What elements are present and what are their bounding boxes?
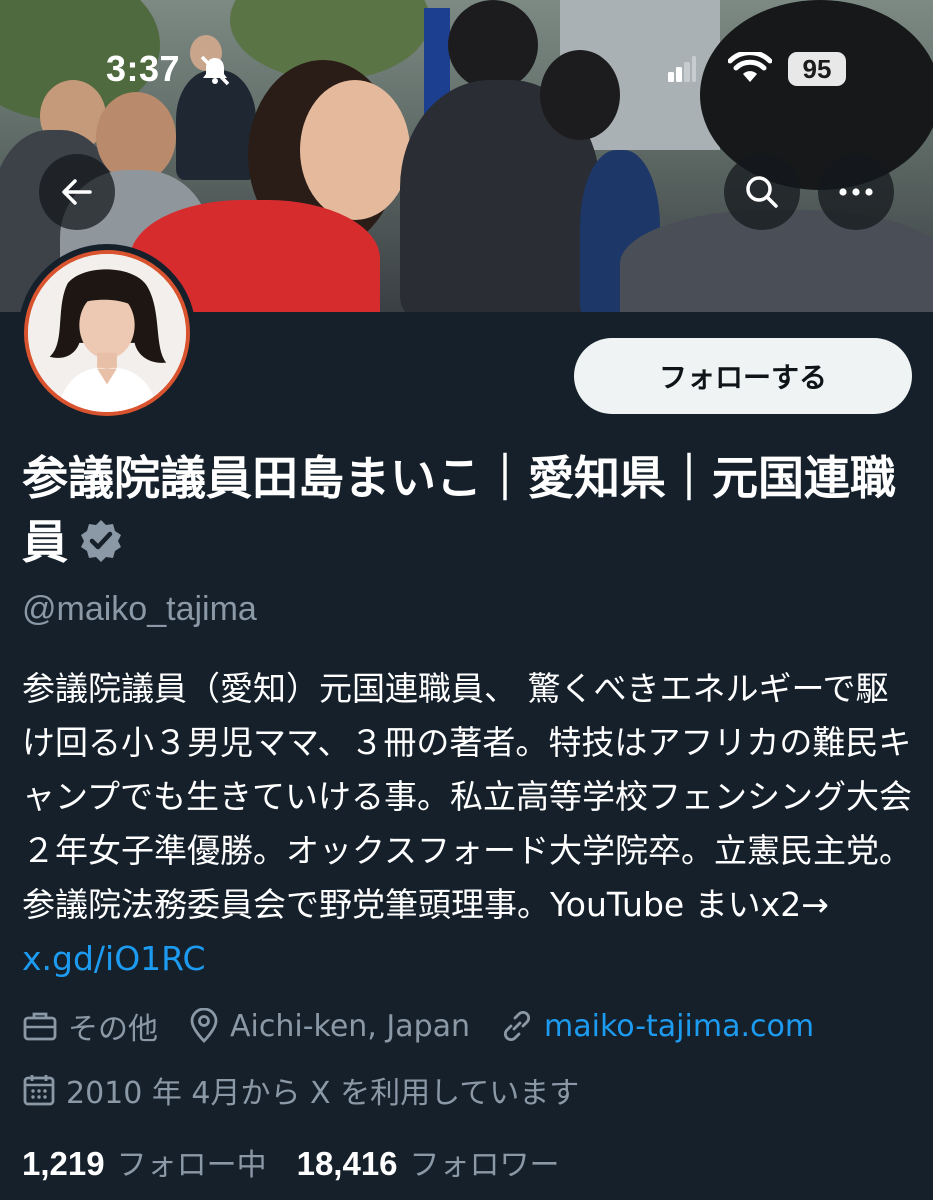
location-pin-icon (190, 1008, 218, 1043)
profile-handle: @maiko_tajima (22, 590, 257, 628)
back-button[interactable] (39, 154, 115, 230)
profile-meta-row: その他 Aichi-ken, Japan maiko-tajima.com (22, 1004, 844, 1048)
more-options-button[interactable] (818, 154, 894, 230)
banner-person (448, 0, 538, 90)
arrow-left-icon (62, 179, 92, 205)
battery-indicator: 95 (788, 52, 846, 86)
profile-join-row: 2010 年 4月から X を利用しています (22, 1068, 609, 1112)
meta-location-label: Aichi-ken, Japan (230, 1008, 471, 1044)
profile-bio: 参議院議員（愛知）元国連職員、 驚くべきエネルギーで駆け回る小３男児ママ、３冊の… (22, 662, 912, 986)
followers-count[interactable]: 18,416 (297, 1145, 398, 1183)
wifi-icon (728, 52, 772, 82)
meta-category-label: その他 (68, 1012, 158, 1047)
link-icon (504, 1010, 531, 1042)
more-horizontal-icon (839, 188, 873, 196)
bio-text: 参議院議員（愛知）元国連職員、 驚くべきエネルギーで駆け回る小３男児ママ、３冊の… (22, 669, 913, 924)
banner-person (176, 70, 256, 180)
search-button[interactable] (724, 154, 800, 230)
status-time: 3:37 (106, 48, 181, 89)
verified-badge-icon[interactable] (78, 518, 124, 564)
banner-person (96, 92, 176, 182)
profile-avatar[interactable] (18, 244, 196, 422)
meta-category: その他 (22, 1004, 158, 1048)
follow-counts: 1,219 フォロー中 18,416 フォロワー (22, 1140, 590, 1184)
cellular-signal-icon (668, 56, 696, 82)
follow-button[interactable]: フォローする (574, 338, 912, 414)
bell-muted-icon (200, 55, 230, 86)
meta-website-link[interactable]: maiko-tajima.com (544, 1009, 814, 1044)
following-count[interactable]: 1,219 (22, 1145, 105, 1183)
calendar-icon (23, 1075, 55, 1106)
briefcase-icon (23, 1012, 57, 1041)
meta-website[interactable]: maiko-tajima.com (500, 1009, 814, 1044)
following-label[interactable]: フォロー中 (117, 1140, 267, 1184)
meta-joined-label: 2010 年 4月から X を利用しています (66, 1076, 580, 1111)
avatar-portrait (28, 254, 186, 412)
bio-link[interactable]: x.gd/iO1RC (22, 939, 206, 978)
search-icon (746, 176, 778, 208)
profile-name: 参議院議員田島まいこ｜愛知県｜元国連職員 (22, 446, 902, 574)
banner-person (540, 50, 620, 140)
meta-location: Aichi-ken, Japan (188, 1008, 470, 1044)
meta-joined: 2010 年 4月から X を利用しています (22, 1068, 579, 1112)
profile-display-name: 参議院議員田島まいこ｜愛知県｜元国連職員 (22, 451, 896, 569)
followers-label[interactable]: フォロワー (410, 1140, 560, 1184)
banner-person (700, 0, 933, 190)
banner-person (300, 80, 410, 220)
avatar-image (24, 250, 190, 416)
